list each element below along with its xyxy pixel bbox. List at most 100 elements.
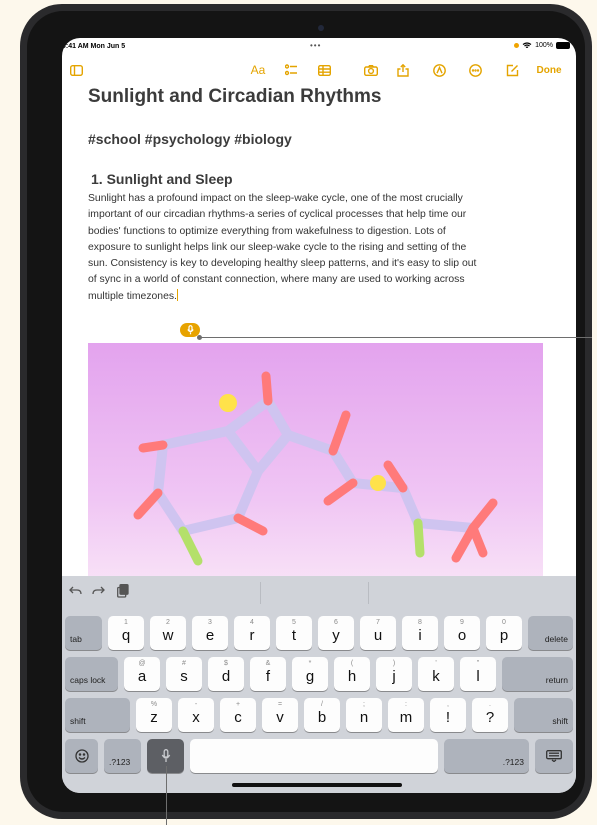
key-hint: /	[321, 701, 323, 708]
emoji-icon	[74, 749, 89, 763]
key-hint: %	[150, 701, 158, 708]
body-line: sun. Consistency is key to developing he…	[88, 258, 477, 270]
key-hint: 9	[460, 619, 464, 626]
key-hint: =	[277, 701, 283, 708]
key-u[interactable]: 7u	[360, 616, 396, 650]
key-label: return	[545, 675, 568, 685]
key-hint: :	[405, 701, 407, 708]
key-m[interactable]: :m	[388, 698, 424, 732]
paste-icon[interactable]	[117, 584, 129, 601]
note-tags[interactable]: #school #psychology #biology	[88, 131, 548, 147]
key-a[interactable]: @ a	[124, 657, 160, 691]
key-label: t	[291, 627, 297, 644]
key-question[interactable]: .?	[472, 698, 508, 732]
key-l[interactable]: " l	[460, 657, 496, 691]
key-q[interactable]: 1q	[108, 616, 144, 650]
share-icon[interactable]	[395, 60, 411, 80]
key-label: q	[121, 627, 131, 644]
markup-icon[interactable]	[431, 60, 447, 80]
key-c[interactable]: + c	[220, 698, 256, 732]
status-time: 9:41 AM Mon Jun 5	[62, 43, 126, 50]
key-k[interactable]: ' k	[418, 657, 454, 691]
key-s[interactable]: # s	[166, 657, 202, 691]
key-p[interactable]: 0p	[486, 616, 522, 650]
key-hint: @	[138, 660, 146, 667]
note-title[interactable]: Sunlight and Circadian Rhythms	[88, 86, 548, 108]
key-exclamation[interactable]: ,!	[430, 698, 466, 732]
key-g[interactable]: * g	[292, 657, 328, 691]
key-label: z	[150, 709, 158, 726]
key-t[interactable]: 5t	[276, 616, 312, 650]
key-r[interactable]: 4r	[234, 616, 270, 650]
space-bar[interactable]	[190, 739, 438, 773]
key-label: x	[192, 709, 200, 726]
note-content[interactable]: Sunlight and Circadian Rhythms #school #…	[88, 86, 548, 305]
microphone-icon	[161, 749, 170, 762]
delete-key[interactable]: delete	[528, 616, 573, 650]
key-label: r	[249, 627, 255, 644]
key-z[interactable]: % z	[136, 698, 172, 732]
key-label: l	[476, 668, 480, 685]
key-hint: 4	[250, 619, 254, 626]
caps-lock-key[interactable]: caps lock	[65, 657, 118, 691]
status-indicators: 100%	[514, 42, 570, 49]
key-o[interactable]: 9o	[444, 616, 480, 650]
numbers-right-key[interactable]: .?123	[444, 739, 529, 773]
suggestion-divider	[368, 582, 369, 604]
numbers-left-key[interactable]: .?123	[104, 739, 141, 773]
key-hint: )	[392, 660, 396, 667]
key-f[interactable]: & f	[250, 657, 286, 691]
sidebar-icon[interactable]	[68, 60, 84, 80]
key-h[interactable]: (h	[334, 657, 370, 691]
home-indicator[interactable]	[232, 783, 402, 787]
compose-icon[interactable]	[504, 60, 520, 80]
key-hint: 3	[208, 619, 212, 626]
key-label: e	[205, 627, 215, 644]
key-v[interactable]: = v	[262, 698, 298, 732]
table-icon[interactable]	[316, 60, 332, 80]
notes-screen: 9:41 AM Mon Jun 5 ••• 100% Aa Done Sunli…	[62, 38, 576, 793]
key-hint: '	[435, 660, 437, 667]
key-j[interactable]: ) j	[376, 657, 412, 691]
key-label: tab	[70, 634, 82, 644]
key-e[interactable]: 3e	[192, 616, 228, 650]
section-heading[interactable]: 1. Sunlight and Sleep	[91, 171, 548, 187]
key-b[interactable]: / b	[304, 698, 340, 732]
molecule-illustration	[133, 371, 498, 566]
done-button[interactable]: Done	[532, 60, 566, 80]
key-hint: 1	[124, 619, 128, 626]
key-hint: .	[489, 701, 491, 708]
key-hint: 7	[376, 619, 380, 626]
key-hint: ;	[363, 701, 365, 708]
key-hint: $	[224, 660, 228, 667]
key-hint: #	[182, 660, 186, 667]
note-body[interactable]: Sunlight has a profound impact on the sl…	[88, 191, 548, 305]
key-i[interactable]: 8i	[402, 616, 438, 650]
key-n[interactable]: ; n	[346, 698, 382, 732]
key-x[interactable]: -x	[178, 698, 214, 732]
checklist-icon[interactable]	[283, 60, 299, 80]
battery-icon	[556, 42, 570, 49]
emoji-key[interactable]	[65, 739, 98, 773]
tab-key[interactable]: tab	[65, 616, 102, 650]
shift-left-key[interactable]: shift	[65, 698, 130, 732]
molecule-image	[88, 343, 543, 583]
undo-icon[interactable]	[69, 584, 82, 599]
camera-icon[interactable]	[363, 60, 379, 80]
key-w[interactable]: 2w	[150, 616, 186, 650]
redo-icon[interactable]	[92, 584, 105, 599]
key-y[interactable]: 6y	[318, 616, 354, 650]
key-label: a	[137, 668, 147, 685]
status-bar: 9:41 AM Mon Jun 5 ••• 100%	[62, 38, 576, 56]
multitasking-dots[interactable]: •••	[310, 41, 321, 50]
hide-keyboard-key[interactable]	[535, 739, 573, 773]
key-hint: 8	[418, 619, 422, 626]
key-hint: +	[235, 701, 241, 708]
key-label: g	[305, 668, 315, 685]
key-d[interactable]: $ d	[208, 657, 244, 691]
shift-right-key[interactable]: shift	[514, 698, 573, 732]
return-key[interactable]: return	[502, 657, 573, 691]
ellipsis-icon[interactable]	[467, 60, 483, 80]
key-hint: 0	[502, 619, 506, 626]
format-text-button[interactable]: Aa	[248, 60, 268, 80]
